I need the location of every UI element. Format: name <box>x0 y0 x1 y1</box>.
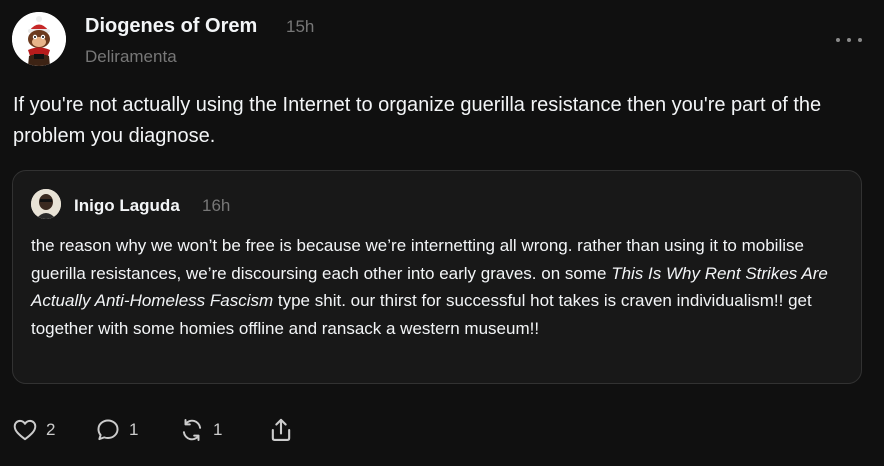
repost-button[interactable]: 1 <box>179 413 222 447</box>
quote-timestamp[interactable]: 16h <box>202 196 230 216</box>
quoted-post-card[interactable]: Inigo Laguda 16h the reason why we won’t… <box>12 170 862 384</box>
more-icon-dot <box>858 38 862 42</box>
quote-author-name[interactable]: Inigo Laguda <box>74 196 180 216</box>
comment-icon <box>97 419 119 441</box>
share-button[interactable] <box>267 413 295 447</box>
post: Diogenes of Orem 15h Deliramenta If you'… <box>0 0 884 466</box>
like-button[interactable]: 2 <box>12 413 55 447</box>
more-options-button[interactable] <box>836 30 862 50</box>
post-text: If you're not actually using the Interne… <box>13 94 822 147</box>
heart-icon <box>13 419 37 441</box>
share-icon <box>271 418 291 441</box>
quote-author-avatar[interactable] <box>31 189 61 219</box>
author-name[interactable]: Diogenes of Orem <box>85 15 257 38</box>
author-avatar-image <box>12 12 66 66</box>
reply-button[interactable]: 1 <box>95 413 138 447</box>
more-icon-dot <box>847 38 851 42</box>
more-icon <box>836 38 840 42</box>
post-timestamp[interactable]: 15h <box>286 17 314 37</box>
reply-count: 1 <box>129 420 139 439</box>
quote-author-avatar-image <box>31 189 61 219</box>
action-bar: 2 1 1 <box>12 413 872 447</box>
repost-icon <box>182 419 202 441</box>
repost-count: 1 <box>213 420 223 439</box>
author-handle[interactable]: Deliramenta <box>85 47 177 67</box>
like-count: 2 <box>46 420 56 439</box>
quote-text: the reason why we won’t be free is becau… <box>31 232 849 342</box>
author-avatar[interactable] <box>12 12 66 66</box>
